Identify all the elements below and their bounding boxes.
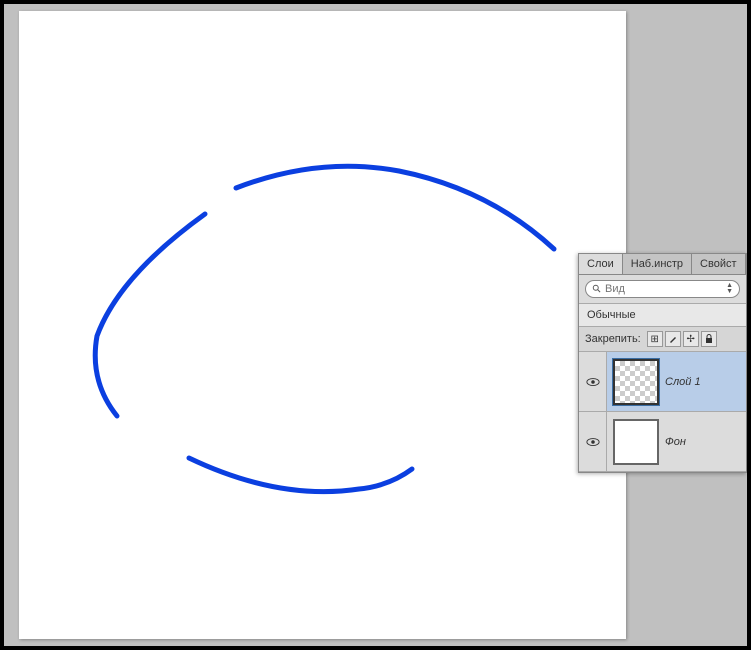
lock-move-icon[interactable]: ✢ bbox=[683, 331, 699, 347]
blend-mode-row[interactable]: Обычные bbox=[579, 304, 746, 327]
layer-search-row: ▲▼ bbox=[579, 275, 746, 304]
lock-transparency-icon[interactable]: ⊞ bbox=[647, 331, 663, 347]
layer-thumbnail[interactable] bbox=[613, 419, 659, 465]
curve-bottom bbox=[189, 458, 412, 492]
tab-toolsets[interactable]: Наб.инстр bbox=[623, 254, 692, 274]
eye-icon bbox=[586, 437, 600, 447]
layers-panel: Слои Наб.инстр Свойст ▲▼ Обычные Закрепи… bbox=[578, 253, 747, 473]
lock-brush-icon[interactable] bbox=[665, 331, 681, 347]
lock-all-icon[interactable] bbox=[701, 331, 717, 347]
search-icon bbox=[592, 284, 602, 294]
layer-name[interactable]: Слой 1 bbox=[665, 376, 701, 388]
layer-thumbnail[interactable] bbox=[613, 359, 659, 405]
lock-label: Закрепить: bbox=[585, 333, 641, 345]
tab-layers[interactable]: Слои bbox=[579, 254, 623, 274]
visibility-toggle[interactable] bbox=[579, 352, 607, 411]
workspace: Слои Наб.инстр Свойст ▲▼ Обычные Закрепи… bbox=[4, 4, 747, 646]
layer-name[interactable]: Фон bbox=[665, 436, 686, 448]
layer-row[interactable]: Слой 1 bbox=[579, 352, 746, 412]
canvas[interactable] bbox=[19, 11, 626, 639]
visibility-toggle[interactable] bbox=[579, 412, 607, 471]
layer-search-input[interactable] bbox=[605, 283, 726, 295]
panel-tabs: Слои Наб.инстр Свойст bbox=[579, 254, 746, 275]
eye-icon bbox=[586, 377, 600, 387]
dropdown-arrows-icon[interactable]: ▲▼ bbox=[726, 283, 733, 295]
curve-left bbox=[95, 214, 205, 416]
layer-row[interactable]: Фон bbox=[579, 412, 746, 472]
lock-row: Закрепить: ⊞ ✢ bbox=[579, 327, 746, 352]
layers-list: Слой 1 Фон bbox=[579, 352, 746, 472]
tab-properties[interactable]: Свойст bbox=[692, 254, 745, 274]
layer-search-field[interactable]: ▲▼ bbox=[585, 280, 740, 298]
curve-top bbox=[236, 166, 554, 249]
